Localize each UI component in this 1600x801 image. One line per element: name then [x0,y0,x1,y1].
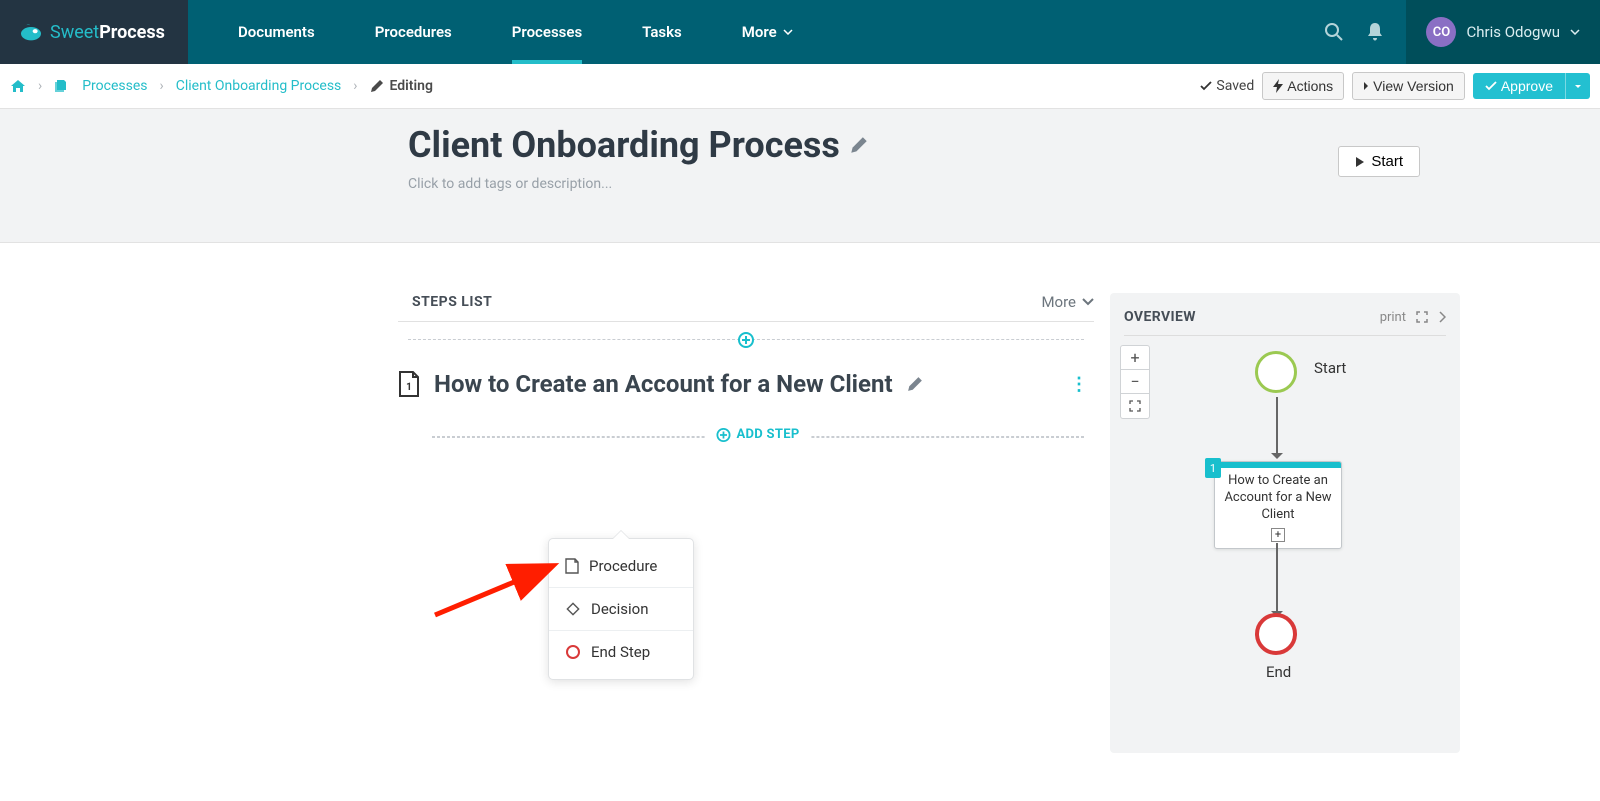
popover-procedure[interactable]: Procedure [549,545,693,587]
insert-step-top [408,322,1084,340]
flow-edge [1276,543,1278,611]
pencil-icon[interactable] [850,136,868,154]
nav-procedures[interactable]: Procedures [345,0,482,64]
nav-documents[interactable]: Documents [208,0,345,64]
overview-header: OVERVIEW print [1124,303,1446,336]
crumb-processes[interactable]: Processes [82,78,147,94]
approve-group: Approve [1473,73,1590,99]
pencil-icon [370,79,384,93]
breadcrumb-bar: › Processes › Client Onboarding Process … [0,64,1600,109]
action-bar: Saved Actions View Version Approve [1200,72,1590,100]
flow-card-title: How to Create an Account for a New Clien… [1215,468,1341,526]
check-icon [1200,81,1212,91]
expand-icon[interactable] [1416,311,1428,323]
steps-list-title: STEPS LIST [412,294,492,310]
popover-end-step[interactable]: End Step [549,630,693,673]
flow-start-node[interactable] [1255,351,1297,393]
crumb-process-name[interactable]: Client Onboarding Process [176,78,342,94]
check-icon [1485,81,1497,91]
nav-processes[interactable]: Processes [482,0,612,64]
nav-more[interactable]: More [712,0,823,64]
flow-canvas: Start 1 How to Create an Account for a N… [1110,343,1460,753]
print-link[interactable]: print [1380,310,1406,325]
chevron-down-icon [783,29,793,35]
page-title: Client Onboarding Process [408,124,868,166]
breadcrumb: › Processes › Client Onboarding Process … [10,78,433,94]
add-step-button[interactable]: ADD STEP [706,427,809,442]
saved-indicator: Saved [1200,78,1254,94]
doc-stack-icon [54,79,70,93]
crumb-editing: Editing [370,78,433,94]
nav-tasks[interactable]: Tasks [612,0,712,64]
flow-card-expand[interactable]: + [1271,528,1285,542]
step-row-1: 1 How to Create an Account for a New Cli… [398,340,1094,414]
actions-button[interactable]: Actions [1262,72,1344,100]
view-version-button[interactable]: View Version [1352,72,1465,100]
flow-end-node[interactable] [1255,613,1297,655]
caret-right-icon [1363,81,1369,91]
logo[interactable]: SweetProcess [0,0,188,64]
popover-decision[interactable]: Decision [549,587,693,630]
overview-controls: print [1380,310,1446,325]
approve-dropdown[interactable] [1565,73,1590,99]
bolt-icon [1273,79,1283,93]
title-region: Client Onboarding Process Click to add t… [0,109,1600,243]
flow-card-badge: 1 [1205,458,1221,478]
topbar-right: CO Chris Odogwu [1324,0,1600,64]
chevron-right-icon[interactable] [1438,311,1446,323]
top-bar: SweetProcess Documents Procedures Proces… [0,0,1600,64]
chevron-down-icon [1082,298,1094,306]
plus-circle-icon[interactable] [738,332,754,348]
add-step-divider: ADD STEP [432,436,1084,438]
add-step-popover: Procedure Decision End Step [548,538,694,680]
flow-start-label: Start [1314,359,1346,377]
search-icon[interactable] [1324,22,1344,42]
step-title: How to Create an Account for a New Clien… [434,370,893,398]
bell-icon[interactable] [1366,22,1384,42]
plus-circle-icon [716,428,730,442]
avatar: CO [1426,17,1456,47]
circle-icon [565,644,581,660]
logo-icon [18,22,44,42]
play-icon [1355,156,1365,168]
steps-panel: STEPS LIST More 1 How to Create an Accou… [398,293,1094,753]
flow-end-label: End [1266,663,1291,681]
start-button[interactable]: Start [1338,146,1420,177]
flow-step-card[interactable]: 1 How to Create an Account for a New Cli… [1214,461,1342,549]
svg-text:1: 1 [406,382,412,393]
chevron-down-icon [1570,29,1580,35]
overview-panel: OVERVIEW print + − Start 1 How to Create… [1110,293,1460,753]
doc-icon [565,558,579,574]
main-nav: Documents Procedures Processes Tasks Mor… [188,0,1324,64]
overview-title: OVERVIEW [1124,309,1196,325]
steps-more-dropdown[interactable]: More [1041,293,1094,311]
user-name: Chris Odogwu [1466,23,1560,41]
user-menu[interactable]: CO Chris Odogwu [1406,0,1600,64]
tag-description-hint[interactable]: Click to add tags or description... [408,176,868,192]
home-icon[interactable] [10,79,26,93]
steps-header: STEPS LIST More [398,293,1094,322]
pencil-icon[interactable] [907,376,923,392]
step-kebab-menu[interactable]: ⋮ [1070,374,1094,395]
caret-down-icon [1574,84,1582,89]
content-area: STEPS LIST More 1 How to Create an Accou… [140,293,1460,753]
diamond-icon [565,601,581,617]
approve-button[interactable]: Approve [1473,73,1565,99]
doc-icon: 1 [398,371,420,397]
flow-edge [1276,397,1278,453]
